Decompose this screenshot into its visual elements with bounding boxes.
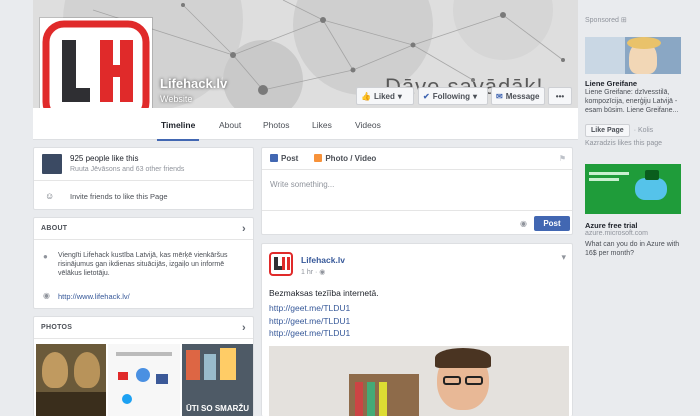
ad-choices-icon: ⊞ [620, 17, 627, 24]
more-label: ••• [555, 91, 565, 101]
ad2-text: What can you do in Azure with 16$ per mo… [585, 241, 680, 257]
following-label: Following [432, 91, 471, 101]
composer-tab-post[interactable]: Post [270, 154, 298, 163]
thumbs-up-icon: 👍 [361, 91, 371, 101]
camera-icon [314, 154, 323, 162]
post-image[interactable] [269, 346, 569, 416]
friends-like-text: Ruuta Jēvāsons and 63 other friends [70, 166, 185, 173]
post-timestamp[interactable]: 1 hr · ◉ [301, 268, 325, 276]
page-category: Website [160, 94, 193, 104]
audience-globe-icon[interactable]: ◉ [520, 219, 527, 228]
message-button[interactable]: ✉ Message [491, 87, 545, 105]
photos-box: PHOTOS › ŪTI SO SMARŽU [33, 316, 254, 416]
globe-icon: ◉ [319, 269, 326, 276]
following-button[interactable]: ✔ Following ▾ [418, 87, 488, 105]
ad1-title[interactable]: Liene Greifane [585, 79, 637, 88]
about-description: Viengīti Lifehack kustība Latvijā, kas m… [58, 252, 228, 277]
chevron-right-icon[interactable]: › [242, 223, 246, 235]
ad1-text: Liene Greifane: dzīvesstilā, kompozīcija… [585, 89, 679, 114]
website-link[interactable]: http://www.lifehack.lv/ [58, 292, 130, 301]
ad1-image[interactable] [585, 37, 681, 74]
sponsored-label: Sponsored ⊞ [585, 17, 627, 24]
chevron-down-icon: ▾ [473, 91, 478, 101]
ad2-domain: azure.microsoft.com [585, 230, 649, 237]
flag-icon[interactable]: ⚑ [559, 154, 566, 163]
liked-button[interactable]: 👍 Liked ▾ [356, 87, 414, 105]
more-button[interactable]: ••• [548, 87, 572, 105]
ad1-like-row: Like Page · Kolis [585, 124, 653, 137]
chevron-down-icon[interactable]: ▾ [561, 252, 566, 263]
message-icon: ✉ [496, 91, 503, 101]
info-icon: ● [43, 252, 48, 261]
tab-timeline[interactable]: Timeline [156, 120, 200, 141]
pencil-icon [270, 154, 278, 162]
liked-label: Liked [373, 91, 395, 101]
photo-thumb-3[interactable]: ŪTI SO SMARŽU [182, 344, 253, 416]
tab-about[interactable]: About [219, 120, 241, 130]
photo-thumb-2[interactable] [108, 344, 180, 416]
friend-avatar[interactable] [42, 154, 62, 174]
post-author-name[interactable]: Lifehack.lv [301, 255, 345, 265]
post-link[interactable]: http://geet.me/TLDU1 [269, 303, 350, 313]
like-page-button[interactable]: Like Page [585, 124, 630, 137]
post-link[interactable]: http://geet.me/TLDU1 [269, 316, 350, 326]
post-button[interactable]: Post [534, 216, 570, 231]
chevron-down-icon: ▾ [397, 91, 402, 101]
photo-thumb-1[interactable] [36, 344, 106, 416]
ad1-liked-by: Kazradzis likes this page [585, 140, 663, 147]
page-tab-bar: Timeline About Photos Likes Videos [33, 108, 578, 141]
likes-count[interactable]: 925 people like this [70, 154, 139, 163]
post-author-avatar[interactable] [269, 252, 293, 276]
tab-photos[interactable]: Photos [263, 120, 289, 130]
post-link[interactable]: http://geet.me/TLDU1 [269, 328, 350, 338]
photo-thumb-caption: ŪTI SO SMARŽU [185, 404, 250, 413]
chevron-right-icon[interactable]: › [242, 322, 246, 334]
message-label: Message [505, 91, 540, 101]
photos-header[interactable]: PHOTOS [41, 324, 72, 331]
invite-friends-link[interactable]: Invite friends to like this Page [70, 192, 168, 201]
check-icon: ✔ [423, 91, 430, 101]
globe-icon: ◉ [43, 291, 50, 300]
about-box: ABOUT › ● Viengīti Lifehack kustība Latv… [33, 217, 254, 309]
post-text: Bezmaksas tezīība internetā. [269, 288, 379, 298]
likes-box: 925 people like this Ruuta Jēvāsons and … [33, 147, 254, 210]
composer: Post Photo / Video ⚑ Write something... … [261, 147, 573, 235]
ad2-image[interactable] [585, 164, 681, 214]
tab-videos[interactable]: Videos [355, 120, 381, 130]
composer-input[interactable]: Write something... [270, 180, 334, 189]
page-name[interactable]: Lifehack.lv [160, 76, 227, 91]
about-header[interactable]: ABOUT [41, 225, 67, 232]
ad1-like-count: · Kolis [633, 127, 654, 134]
invite-icon: ☺ [45, 191, 55, 201]
composer-tab-photo-video[interactable]: Photo / Video [314, 154, 376, 163]
tab-likes[interactable]: Likes [312, 120, 332, 130]
ad2-title[interactable]: Azure free trial [585, 221, 638, 230]
